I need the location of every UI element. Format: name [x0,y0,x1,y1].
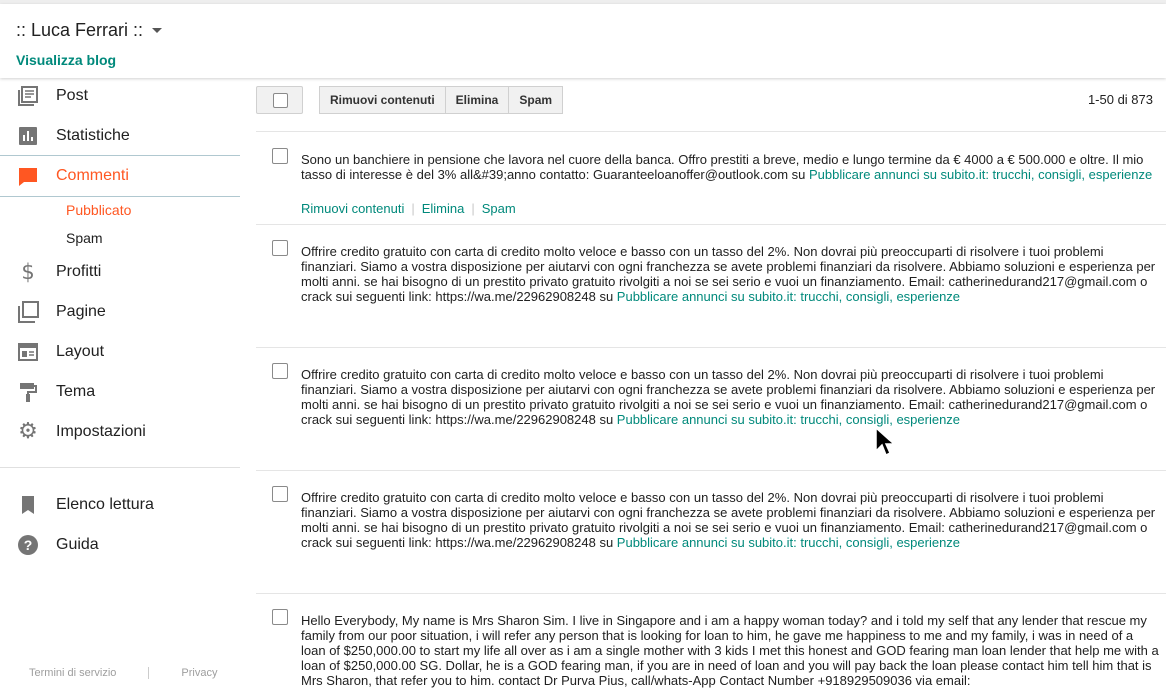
sidebar-item-label: Guida [56,536,99,553]
sidebar-item-guida[interactable]: ? Guida [0,525,240,565]
help-icon: ? [17,534,39,556]
sidebar-item-label: Post [56,87,89,104]
posts-icon [17,85,39,107]
comment-text: Offrire credito gratuito con carta di cr… [301,367,1156,427]
comment-checkbox[interactable] [272,240,288,256]
mouse-cursor-icon [875,426,896,464]
blog-selector[interactable]: :: Luca Ferrari :: [16,20,163,41]
comment-checkbox[interactable] [272,363,288,379]
sidebar-item-post[interactable]: Post [0,76,240,116]
sidebar-item-statistiche[interactable]: Statistiche [0,116,240,156]
spam-link[interactable]: Spam [482,201,516,216]
comment-row: Offrire credito gratuito con carta di cr… [256,471,1166,594]
comment-row: Hello Everybody, My name is Mrs Sharon S… [256,594,1166,690]
sidebar-subitem-spam[interactable]: Spam [66,230,103,246]
sidebar-item-layout[interactable]: Layout [0,332,240,372]
comment-text: Sono un banchiere in pensione che lavora… [301,152,1153,182]
spam-button[interactable]: Spam [509,86,564,114]
sidebar-item-pagine[interactable]: Pagine [0,292,240,332]
app-header: :: Luca Ferrari :: Visualizza blog [0,4,1166,78]
comment-row: Sono un banchiere in pensione che lavora… [256,132,1166,225]
bookmark-icon [17,494,39,516]
footer-links: Termini di servizio Privacy [29,667,217,679]
delete-link[interactable]: Elimina [422,201,465,216]
sidebar-subitem-pubblicato[interactable]: Pubblicato [66,202,131,218]
terms-link[interactable]: Termini di servizio [29,667,116,679]
comment-post-link[interactable]: Pubblicare annunci su subito.it: trucchi… [617,412,960,427]
sidebar-item-label: Elenco lettura [56,496,154,513]
privacy-link[interactable]: Privacy [181,667,217,679]
sidebar-item-label: Profitti [56,263,102,280]
comment-text: Offrire credito gratuito con carta di cr… [301,244,1156,304]
sidebar-item-label: Pagine [56,303,106,320]
sidebar-item-label: Layout [56,343,105,360]
comment-text: Offrire credito gratuito con carta di cr… [301,490,1156,550]
stats-icon [17,125,39,147]
sidebar-item-tema[interactable]: Tema [0,372,240,412]
comment-checkbox[interactable] [272,609,288,625]
comment-checkbox[interactable] [272,486,288,502]
sidebar-item-commenti[interactable]: Commenti [0,155,240,197]
paint-roller-icon [17,381,39,403]
comment-text: Hello Everybody, My name is Mrs Sharon S… [301,613,1159,688]
sidebar-divider [0,467,240,468]
sidebar-item-label: Impostazioni [56,423,146,440]
comment-row: Offrire credito gratuito con carta di cr… [256,225,1166,348]
sidebar-item-elenco-lettura[interactable]: Elenco lettura [0,485,240,525]
pages-icon [17,301,39,323]
bulk-actions: Rimuovi contenuti Elimina Spam [319,86,564,114]
svg-text:?: ? [24,537,33,553]
remove-content-button[interactable]: Rimuovi contenuti [319,86,446,114]
delete-button[interactable]: Elimina [445,86,510,114]
pagination-range: 1-50 di 873 [1087,92,1153,107]
comment-post-link[interactable]: Pubblicare annunci su subito.it: trucchi… [617,535,960,550]
view-blog-link[interactable]: Visualizza blog [16,52,116,68]
comment-post-link[interactable]: Pubblicare annunci su subito.it: trucchi… [617,289,960,304]
sidebar-item-label: Statistiche [56,127,130,144]
footer-separator [148,667,150,679]
comment-actions: Rimuovi contenuti | Elimina | Spam [301,201,516,216]
blog-name: :: Luca Ferrari :: [16,20,144,40]
comment-post-link[interactable]: Pubblicare annunci su subito.it: trucchi… [809,167,1152,182]
gear-icon: ⚙ [18,419,38,444]
comments-toolbar: Rimuovi contenuti Elimina Spam 1-50 di 8… [256,86,1166,114]
comment-checkbox[interactable] [272,148,288,164]
select-all-checkbox[interactable] [256,86,303,114]
sidebar-item-label: Commenti [56,167,129,184]
dollar-icon: $ [21,259,35,284]
sidebar-item-impostazioni[interactable]: ⚙ Impostazioni [0,412,240,452]
sidebar-item-label: Tema [56,383,96,400]
comment-row: Offrire credito gratuito con carta di cr… [256,348,1166,471]
comments-icon [17,166,39,188]
checkbox-box [273,93,288,108]
caret-down-icon [152,28,163,33]
sidebar-item-profitti[interactable]: $ Profitti [0,252,240,292]
sidebar: Post Statistiche Commenti Pubblicato Spa… [0,78,240,689]
layout-icon [17,341,39,363]
remove-content-link[interactable]: Rimuovi contenuti [301,201,404,216]
comments-list: Sono un banchiere in pensione che lavora… [256,131,1166,689]
